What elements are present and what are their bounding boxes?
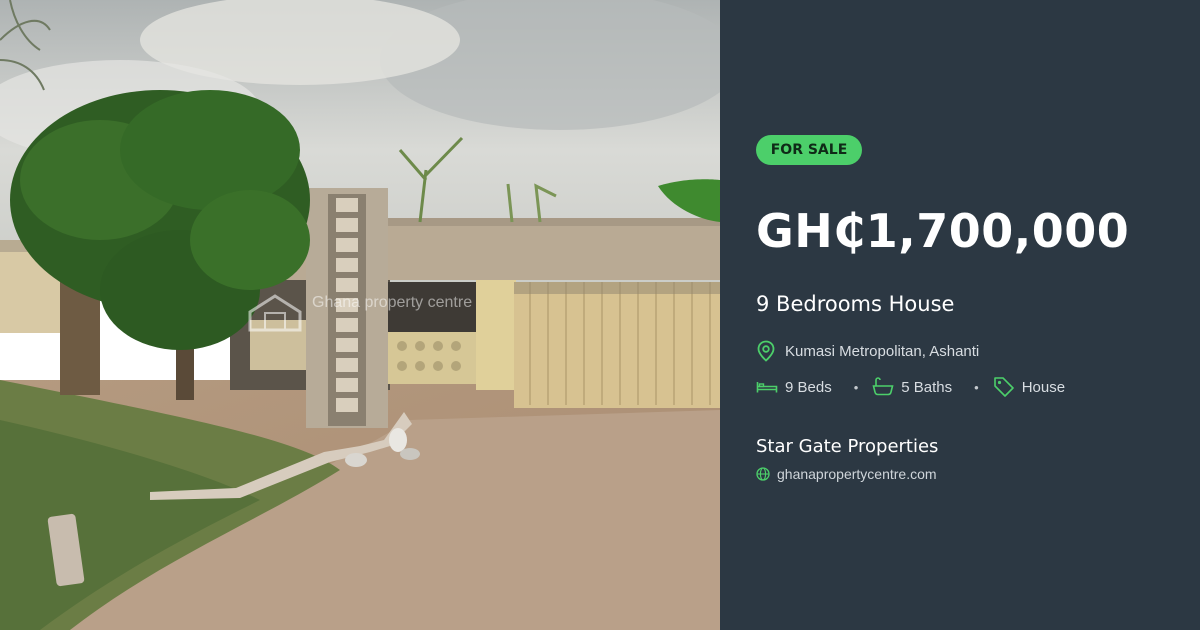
beds-feature: 9 Beds bbox=[756, 379, 832, 396]
listing-title[interactable]: 9 Bedrooms House bbox=[756, 288, 954, 320]
watermark-text: Ghana property centre bbox=[312, 294, 473, 311]
website-text[interactable]: ghanapropertycentre.com bbox=[777, 466, 937, 482]
map-pin-icon bbox=[757, 340, 775, 362]
location-text: Kumasi Metropolitan, Ashanti bbox=[785, 342, 980, 360]
bathtub-icon bbox=[872, 377, 894, 396]
listing-features: 9 Beds • 5 Baths • House bbox=[756, 376, 1065, 398]
beds-label: 9 Beds bbox=[785, 378, 832, 396]
tag-icon bbox=[993, 377, 1014, 397]
separator-dot: • bbox=[974, 379, 979, 395]
website-link[interactable]: ghanapropertycentre.com bbox=[756, 466, 937, 482]
separator-dot: • bbox=[853, 379, 859, 395]
listing-price: GH₵1,700,000 bbox=[756, 204, 1130, 258]
listing-details-panel: FOR SALE GH₵1,700,000 9 Bedrooms House K… bbox=[720, 0, 1200, 630]
bed-icon bbox=[756, 382, 778, 393]
listing-location: Kumasi Metropolitan, Ashanti bbox=[756, 340, 979, 362]
property-type-label: House bbox=[1021, 378, 1066, 396]
baths-feature: 5 Baths bbox=[872, 377, 952, 397]
for-sale-badge: FOR SALE bbox=[756, 135, 862, 165]
property-type-feature: House bbox=[993, 376, 1065, 398]
listing-card: Ghana property centre FOR SALE GH₵1,700,… bbox=[0, 0, 1200, 630]
agent-name[interactable]: Star Gate Properties bbox=[756, 434, 938, 460]
property-image bbox=[0, 0, 720, 630]
globe-icon bbox=[756, 467, 770, 481]
property-photo[interactable]: Ghana property centre bbox=[0, 0, 720, 630]
baths-label: 5 Baths bbox=[901, 378, 953, 396]
